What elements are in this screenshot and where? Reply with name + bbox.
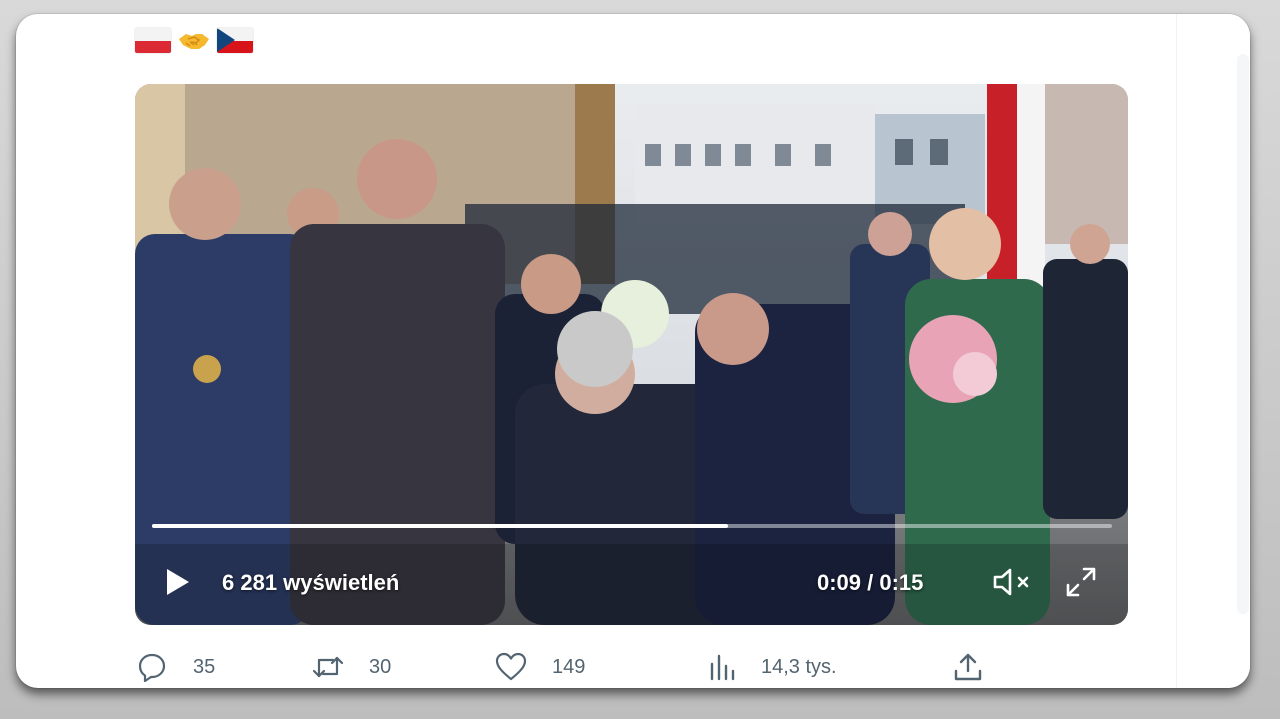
tweet-actions: 35 30 149 14,3 tys. <box>135 650 1035 684</box>
expand-icon <box>1066 567 1096 597</box>
right-sidebar <box>1176 14 1250 688</box>
flag-poland-icon <box>135 28 171 53</box>
views-button[interactable]: 14,3 tys. <box>705 650 837 684</box>
analytics-icon <box>705 650 739 684</box>
muted-speaker-icon <box>993 568 1029 596</box>
fullscreen-button[interactable] <box>1064 565 1098 599</box>
video-time: 0:09 / 0:15 <box>817 570 924 595</box>
views-count: 14,3 tys. <box>761 655 837 678</box>
retweet-icon <box>311 650 345 684</box>
share-button[interactable] <box>951 650 985 684</box>
tweet-card: 6 281 wyświetleń 0:09 / 0:15 35 30 149 1… <box>16 14 1250 688</box>
video-view-count: 6 281 wyświetleń <box>222 570 400 595</box>
play-button[interactable] <box>160 565 194 599</box>
heart-icon <box>494 650 528 684</box>
reply-count: 35 <box>193 655 216 678</box>
handshake-icon <box>177 28 211 53</box>
scrollbar[interactable] <box>1237 54 1249 614</box>
reply-button[interactable]: 35 <box>135 650 215 684</box>
video-progress-bar[interactable] <box>152 524 1112 528</box>
mute-button[interactable] <box>992 565 1036 599</box>
flag-czechia-icon <box>217 28 253 53</box>
video-frame <box>135 84 1128 625</box>
retweet-count: 30 <box>369 655 392 678</box>
share-icon <box>951 650 985 684</box>
video-progress-fill <box>152 524 728 528</box>
retweet-button[interactable]: 30 <box>311 650 391 684</box>
tweet-text-emoji <box>135 28 253 53</box>
like-button[interactable]: 149 <box>494 650 585 684</box>
play-icon <box>167 569 189 595</box>
like-count: 149 <box>552 655 586 678</box>
video-player[interactable]: 6 281 wyświetleń 0:09 / 0:15 <box>135 84 1128 625</box>
reply-icon <box>135 650 169 684</box>
